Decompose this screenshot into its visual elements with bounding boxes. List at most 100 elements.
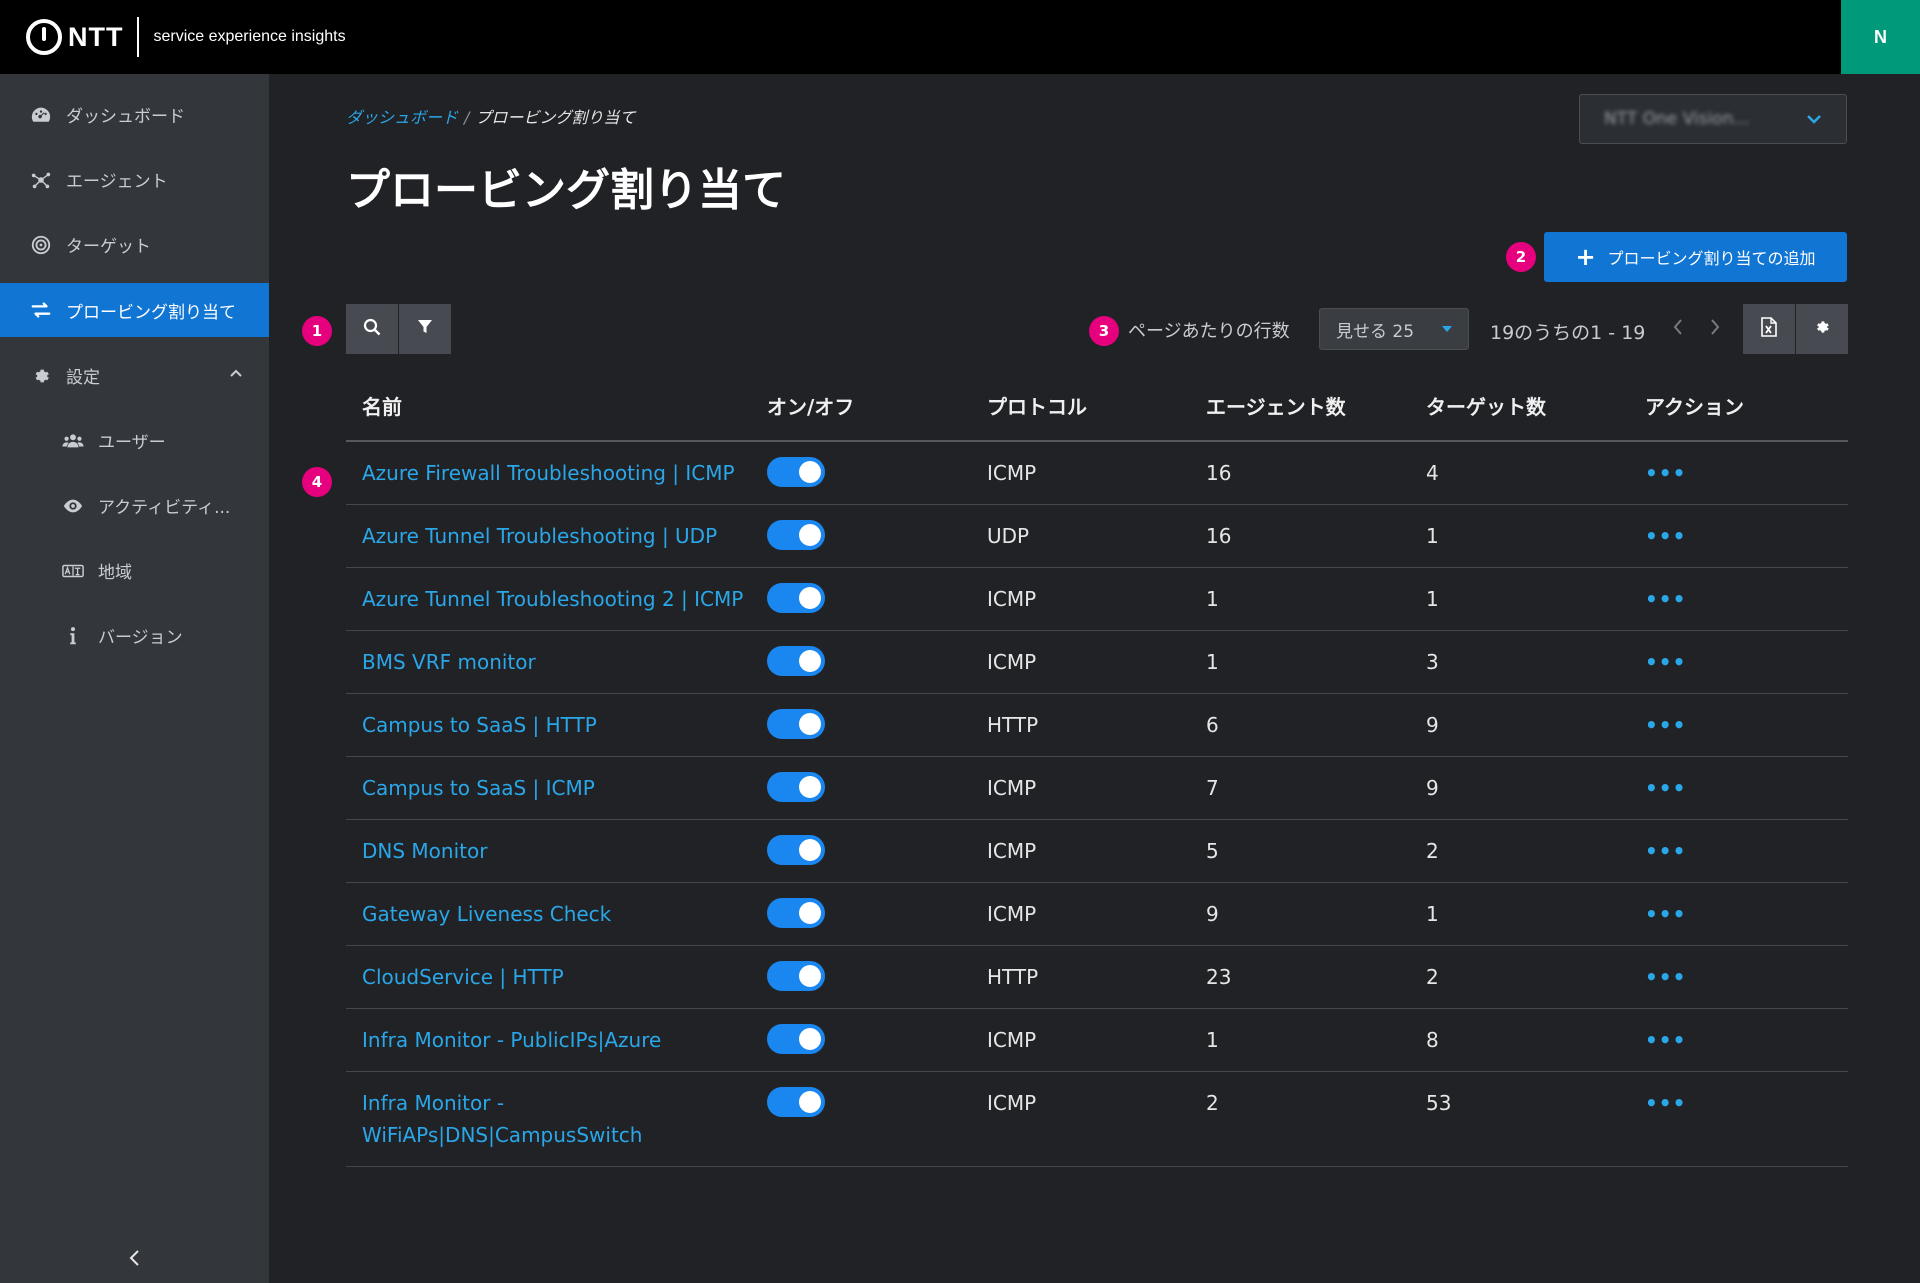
ntt-logo-icon — [26, 19, 62, 55]
breadcrumb-current: プロービング割り当て — [475, 108, 636, 127]
probe-name-link[interactable]: Azure Firewall Troubleshooting | ICMP — [362, 461, 735, 485]
actions-menu-icon[interactable]: ••• — [1645, 650, 1686, 674]
on-off-toggle[interactable] — [767, 709, 825, 739]
actions-menu-icon-cell: ••• — [1629, 505, 1848, 567]
next-page-button[interactable] — [1703, 312, 1727, 342]
table-settings-button[interactable] — [1796, 304, 1848, 354]
on-off-toggle[interactable] — [767, 898, 825, 928]
probe-name-link[interactable]: Infra Monitor - PublicIPs|Azure — [362, 1028, 661, 1052]
ntt-logo[interactable]: NTT — [26, 19, 123, 55]
previous-page-button[interactable] — [1666, 312, 1690, 342]
probe-name-link[interactable]: Gateway Liveness Check — [362, 902, 611, 926]
agent-count-cell: 6 — [1190, 694, 1410, 756]
actions-menu-icon[interactable]: ••• — [1645, 713, 1686, 737]
on-off-toggle[interactable] — [767, 457, 825, 487]
probe-name-link[interactable]: Campus to SaaS | ICMP — [362, 776, 595, 800]
sidebar-item-version[interactable]: バージョン — [0, 603, 269, 668]
actions-menu-icon[interactable]: ••• — [1645, 587, 1686, 611]
table-header: 名前 オン/オフ プロトコル エージェント数 ターゲット数 アクション — [346, 374, 1848, 442]
sidebar-item-activity[interactable]: アクティビティ... — [0, 473, 269, 538]
actions-menu-icon[interactable]: ••• — [1645, 902, 1686, 926]
actions-menu-icon[interactable]: ••• — [1645, 1028, 1686, 1052]
on-off-toggle[interactable] — [767, 583, 825, 613]
target-count-cell: 8 — [1410, 1009, 1629, 1071]
probe-name-link[interactable]: Azure Tunnel Troubleshooting 2 | ICMP — [362, 587, 743, 611]
target-count-cell: 3 — [1410, 631, 1629, 693]
on-off-toggle[interactable] — [767, 1087, 825, 1117]
table-row: Campus to SaaS | ICMP ICMP 7 9 ••• — [346, 757, 1848, 820]
chevron-up-icon[interactable] — [229, 366, 243, 386]
on-off-toggle-cell — [751, 946, 971, 1006]
filter-button[interactable] — [399, 304, 451, 354]
export-excel-button[interactable] — [1743, 304, 1795, 354]
sidebar-item-dashboard[interactable]: ダッシュボード — [0, 82, 269, 147]
sidebar-item-region[interactable]: 地域 — [0, 538, 269, 603]
sidebar-item-users[interactable]: ユーザー — [0, 408, 269, 473]
rows-per-page-value: 見せる 25 — [1336, 321, 1415, 342]
filter-icon — [417, 319, 433, 339]
agent-count: 6 — [1206, 713, 1219, 737]
column-header-agents[interactable]: エージェント数 — [1190, 391, 1410, 423]
table-body: Azure Firewall Troubleshooting | ICMP ICM… — [346, 442, 1848, 1167]
on-off-toggle[interactable] — [767, 835, 825, 865]
actions-menu-icon[interactable]: ••• — [1645, 839, 1686, 863]
column-header-name[interactable]: 名前 — [346, 391, 751, 423]
sidebar-item-probing-assignments[interactable]: プロービング割り当て — [0, 283, 269, 337]
add-probing-assignment-button[interactable]: + プロービング割り当ての追加 — [1544, 232, 1847, 282]
protocol-value-cell: HTTP — [971, 946, 1190, 1008]
actions-menu-icon-cell: ••• — [1629, 820, 1848, 882]
page-title: プロービング割り当て — [346, 165, 786, 216]
rows-per-page-select[interactable]: 見せる 25 — [1319, 308, 1469, 350]
probe-name-link[interactable]: Azure Tunnel Troubleshooting | UDP — [362, 524, 717, 548]
breadcrumb-link-dashboard[interactable]: ダッシュボード — [346, 108, 458, 127]
sidebar-item-agents[interactable]: エージェント — [0, 147, 269, 212]
actions-menu-icon[interactable]: ••• — [1645, 1091, 1686, 1115]
on-off-toggle[interactable] — [767, 520, 825, 550]
actions-menu-icon-cell: ••• — [1629, 946, 1848, 1008]
actions-menu-icon[interactable]: ••• — [1645, 524, 1686, 548]
search-button[interactable] — [346, 304, 398, 354]
rows-per-page-label: ページあたりの行数 — [1128, 321, 1290, 342]
column-header-targets[interactable]: ターゲット数 — [1410, 391, 1629, 423]
collapse-sidebar-icon[interactable] — [120, 1243, 150, 1273]
agent-count-cell: 16 — [1190, 442, 1410, 504]
probe-name-link-cell: Campus to SaaS | ICMP — [346, 757, 751, 819]
table-row: DNS Monitor ICMP 5 2 ••• — [346, 820, 1848, 883]
table-row: Infra Monitor - PublicIPs|Azure ICMP 1 8 ••• — [346, 1009, 1848, 1072]
main-content: ダッシュボード / プロービング割り当て プロービング割り当て NTT One Vi… — [269, 74, 1920, 1283]
probe-name-link[interactable]: DNS Monitor — [362, 839, 487, 863]
user-avatar[interactable]: N — [1841, 0, 1920, 74]
on-off-toggle[interactable] — [767, 1024, 825, 1054]
on-off-toggle[interactable] — [767, 772, 825, 802]
probe-name-link-cell: Infra Monitor - WiFiAPs|DNS|CampusSwitch — [346, 1072, 751, 1166]
table-row: Gateway Liveness Check ICMP 9 1 ••• — [346, 883, 1848, 946]
tenant-select[interactable]: NTT One Vision... — [1579, 94, 1847, 144]
column-header-on-off[interactable]: オン/オフ — [751, 391, 971, 423]
protocol-value: ICMP — [987, 902, 1037, 926]
agent-count: 16 — [1206, 461, 1232, 485]
table-row: Azure Firewall Troubleshooting | ICMP ICM… — [346, 442, 1848, 505]
on-off-toggle-cell — [751, 631, 971, 691]
probe-name-link[interactable]: BMS VRF monitor — [362, 650, 536, 674]
protocol-value-cell: ICMP — [971, 568, 1190, 630]
agent-count: 7 — [1206, 776, 1219, 800]
sidebar-item-label: ダッシュボード — [66, 107, 185, 127]
sidebar-item-targets[interactable]: ターゲット — [0, 212, 269, 277]
probe-name-link-cell: Azure Tunnel Troubleshooting 2 | ICMP — [346, 568, 751, 630]
protocol-value-cell: ICMP — [971, 1072, 1190, 1134]
target-count: 1 — [1426, 587, 1439, 611]
on-off-toggle[interactable] — [767, 961, 825, 991]
sidebar-item-settings[interactable]: 設定 — [0, 343, 269, 408]
column-header-protocol[interactable]: プロトコル — [971, 391, 1190, 423]
actions-menu-icon[interactable]: ••• — [1645, 461, 1686, 485]
on-off-toggle[interactable] — [767, 646, 825, 676]
actions-menu-icon[interactable]: ••• — [1645, 965, 1686, 989]
probe-name-link[interactable]: Campus to SaaS | HTTP — [362, 713, 597, 737]
actions-menu-icon[interactable]: ••• — [1645, 776, 1686, 800]
excel-file-icon — [1760, 317, 1778, 341]
probe-name-link[interactable]: CloudService | HTTP — [362, 965, 564, 989]
probe-name-link[interactable]: Infra Monitor - WiFiAPs|DNS|CampusSwitch — [362, 1091, 642, 1147]
agent-count-cell: 23 — [1190, 946, 1410, 1008]
annotation-badge-4: 4 — [302, 467, 332, 497]
on-off-toggle-cell — [751, 820, 971, 880]
